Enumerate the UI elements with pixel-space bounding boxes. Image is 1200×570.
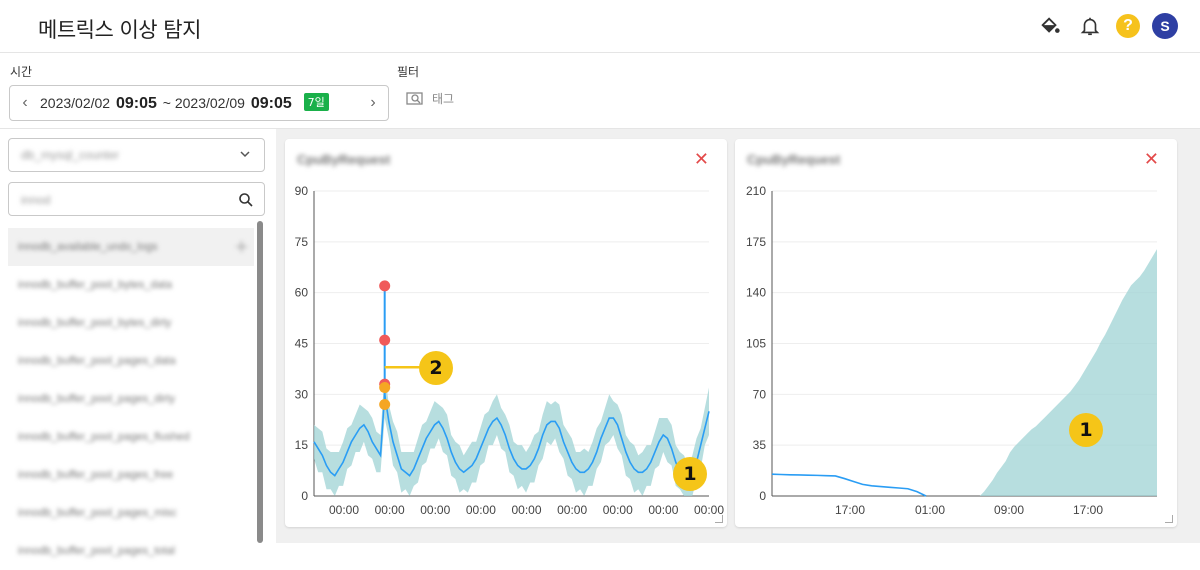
anomaly-point xyxy=(379,382,391,394)
x-tick-label: 00:00 xyxy=(420,503,450,517)
y-tick-label: 30 xyxy=(295,387,309,401)
y-tick-label: 60 xyxy=(295,286,309,300)
list-item[interactable]: innodb_buffer_pool_pages_free xyxy=(8,456,254,494)
chart-1: 0 15 30 45 60 75 90 00:00 00:00 00:00 00:00 00:00 00… xyxy=(295,184,725,517)
y-tick-label: 15 xyxy=(295,438,309,452)
bell-icon[interactable] xyxy=(1076,12,1104,40)
help-icon[interactable]: ? xyxy=(1116,14,1140,38)
list-item[interactable]: innodb_buffer_pool_bytes_data xyxy=(8,266,254,304)
list-item[interactable]: innodb_buffer_pool_pages_flushed xyxy=(8,418,254,456)
annotation-marker-1: 1 xyxy=(673,457,707,491)
x-tick-label: 00:00 xyxy=(557,503,587,517)
y-tick-label: 75 xyxy=(295,235,309,249)
anomaly-point xyxy=(379,334,391,346)
header-actions: ? S xyxy=(1036,12,1178,40)
filter-label: 필터 xyxy=(397,65,420,79)
tag-filter-button[interactable]: 태그 xyxy=(406,90,454,107)
annotation-marker-2: 2 xyxy=(419,351,453,385)
anomaly-point xyxy=(379,399,391,410)
x-tick-label: 09:00 xyxy=(994,503,1024,517)
x-tick-label: 00:00 xyxy=(511,503,541,517)
tag-search-icon xyxy=(406,91,423,105)
list-item[interactable]: innodb_available_undo_logs + xyxy=(8,228,254,266)
end-time: 09:05 xyxy=(250,95,292,112)
y-tick-label: 35 xyxy=(753,438,767,452)
metric-sidebar: db_mysql_counter innod innodb_available_… xyxy=(0,129,276,557)
annotation-marker-1: 1 xyxy=(1069,413,1103,447)
x-tick-label: 00:00 xyxy=(329,503,359,517)
x-tick-label: 17:00 xyxy=(835,503,865,517)
y-tick-label: 45 xyxy=(295,337,309,351)
time-label: 시간 xyxy=(10,65,33,79)
paint-bucket-icon[interactable] xyxy=(1036,12,1064,40)
chevron-down-icon xyxy=(240,151,250,158)
list-item[interactable]: innodb_buffer_pool_pages_dirty xyxy=(8,380,254,418)
chart-card-1: CpuByRequest ✕ 0 15 30 45 60 75 90 00:00 00:00 00… xyxy=(285,139,727,527)
range-badge: 7일 xyxy=(303,93,329,111)
y-tick-label: 70 xyxy=(753,387,767,401)
content-area: db_mysql_counter innod innodb_available_… xyxy=(0,129,1200,557)
database-select[interactable]: db_mysql_counter xyxy=(8,138,265,172)
y-tick-label: 0 xyxy=(301,489,308,503)
start-date: 2023/02/02 xyxy=(40,95,111,111)
x-tick-label: 00:00 xyxy=(648,503,678,517)
list-item[interactable]: innodb_buffer_pool_pages_total xyxy=(8,532,254,570)
database-select-value: db_mysql_counter xyxy=(21,148,120,162)
chart-card-2: CpuByRequest ✕ 0 35 70 105 140 175 210 17:00 01:… xyxy=(735,139,1177,527)
list-item[interactable]: innodb_buffer_pool_pages_misc xyxy=(8,494,254,532)
tag-button-label: 태그 xyxy=(432,92,455,106)
y-tick-label: 0 xyxy=(759,489,766,503)
resize-handle[interactable] xyxy=(1165,515,1173,523)
add-icon[interactable]: + xyxy=(235,234,248,260)
start-time: 09:05 xyxy=(115,95,157,112)
metric-list: innodb_available_undo_logs + innodb_buffe… xyxy=(8,228,254,570)
x-tick-label: 00:00 xyxy=(375,503,405,517)
top-bar: 메트릭스 이상 탐지 ? S xyxy=(0,0,1200,53)
prev-range-button[interactable]: ‹ xyxy=(10,94,40,112)
list-item[interactable]: innodb_buffer_pool_bytes_dirty xyxy=(8,304,254,342)
y-tick-label: 105 xyxy=(746,337,766,351)
time-range-picker[interactable]: ‹ 2023/02/02 09:05 ~ 2023/02/09 09:05 7일… xyxy=(9,85,389,121)
y-tick-label: 210 xyxy=(746,184,766,198)
page-title: 메트릭스 이상 탐지 xyxy=(38,18,201,42)
x-tick-label: 00:00 xyxy=(466,503,496,517)
x-tick-label: 00:00 xyxy=(603,503,633,517)
x-tick-label: 17:00 xyxy=(1073,503,1103,517)
sidebar-scrollbar[interactable] xyxy=(257,221,263,543)
filter-bar: 시간 필터 ‹ 2023/02/02 09:05 ~ 2023/02/09 09… xyxy=(0,53,1200,129)
x-tick-label: 01:00 xyxy=(915,503,945,517)
y-tick-label: 175 xyxy=(746,235,766,249)
end-date: 2023/02/09 xyxy=(174,95,245,111)
search-value: innod xyxy=(21,193,51,207)
resize-handle[interactable] xyxy=(715,515,723,523)
chart-2: 0 35 70 105 140 175 210 17:00 01:00 09:00 17:00 xyxy=(746,184,1157,517)
range-separator: ~ xyxy=(162,95,171,111)
series-line xyxy=(771,473,927,497)
user-avatar[interactable]: S xyxy=(1152,13,1178,39)
time-range-text[interactable]: 2023/02/02 09:05 ~ 2023/02/09 09:05 7일 xyxy=(40,93,329,113)
list-item[interactable]: innodb_buffer_pool_pages_data xyxy=(8,342,254,380)
anomaly-point xyxy=(379,280,391,292)
confidence-band xyxy=(314,370,709,496)
area-fill xyxy=(910,249,1157,496)
metric-search-input[interactable]: innod xyxy=(8,182,265,216)
search-icon[interactable] xyxy=(238,192,254,208)
next-range-button[interactable]: › xyxy=(358,94,388,112)
y-tick-label: 140 xyxy=(746,286,766,300)
y-tick-label: 90 xyxy=(295,184,309,198)
